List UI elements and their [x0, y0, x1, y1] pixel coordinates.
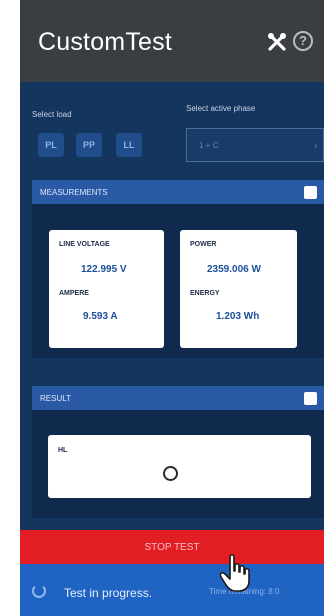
measurement-card-left: LINE VOLTAGE 122.995 V AMPERE 9.593 A: [49, 230, 164, 348]
select-phase-label: Select active phase: [186, 104, 256, 113]
measurements-panel: MEASUREMENTS LINE VOLTAGE 122.995 V AMPE…: [32, 180, 324, 358]
measurements-header: MEASUREMENTS: [32, 180, 324, 204]
stop-test-button[interactable]: STOP TEST: [20, 530, 324, 564]
result-card: HL: [48, 435, 311, 498]
result-header: RESULT: [32, 386, 324, 410]
result-item-label: HL: [58, 447, 68, 454]
phase-select-value: 1 + C: [199, 141, 219, 150]
app-title: CustomTest: [38, 28, 172, 56]
checkbox-icon[interactable]: [304, 186, 317, 199]
loading-spinner-icon: [163, 466, 178, 481]
help-icon[interactable]: ?: [293, 31, 313, 51]
select-load-label: Select load: [32, 110, 72, 119]
ampere-label: AMPERE: [59, 290, 89, 297]
app-bar: CustomTest ?: [20, 0, 324, 82]
chevron-right-icon: ›: [314, 141, 317, 150]
checkbox-icon[interactable]: [304, 392, 317, 405]
result-title: RESULT: [40, 394, 71, 403]
stop-test-label: STOP TEST: [144, 542, 200, 553]
status-text: Test in progress.: [64, 586, 153, 600]
progress-spinner-icon: [32, 584, 46, 598]
power-value: 2359.006 W: [207, 264, 261, 275]
hand-pointer-icon: [219, 553, 250, 592]
status-bar: Test in progress. Time remaining: 8:0: [20, 564, 324, 616]
app-screen: CustomTest ? Select load Select active p…: [20, 0, 324, 616]
load-button-pl[interactable]: PL: [38, 133, 64, 157]
measurement-card-right: POWER 2359.006 W ENERGY 1.203 Wh: [180, 230, 297, 348]
line-voltage-value: 122.995 V: [81, 264, 127, 275]
line-voltage-label: LINE VOLTAGE: [59, 241, 110, 248]
phase-select[interactable]: 1 + C ›: [186, 128, 324, 162]
result-panel: RESULT HL: [32, 386, 324, 518]
power-label: POWER: [190, 241, 217, 248]
energy-value: 1.203 Wh: [216, 311, 260, 322]
measurements-title: MEASUREMENTS: [40, 188, 108, 197]
tools-icon[interactable]: [266, 31, 288, 53]
load-button-ll[interactable]: LL: [116, 133, 142, 157]
ampere-value: 9.593 A: [83, 311, 118, 322]
load-button-pp[interactable]: PP: [76, 133, 102, 157]
energy-label: ENERGY: [190, 290, 220, 297]
